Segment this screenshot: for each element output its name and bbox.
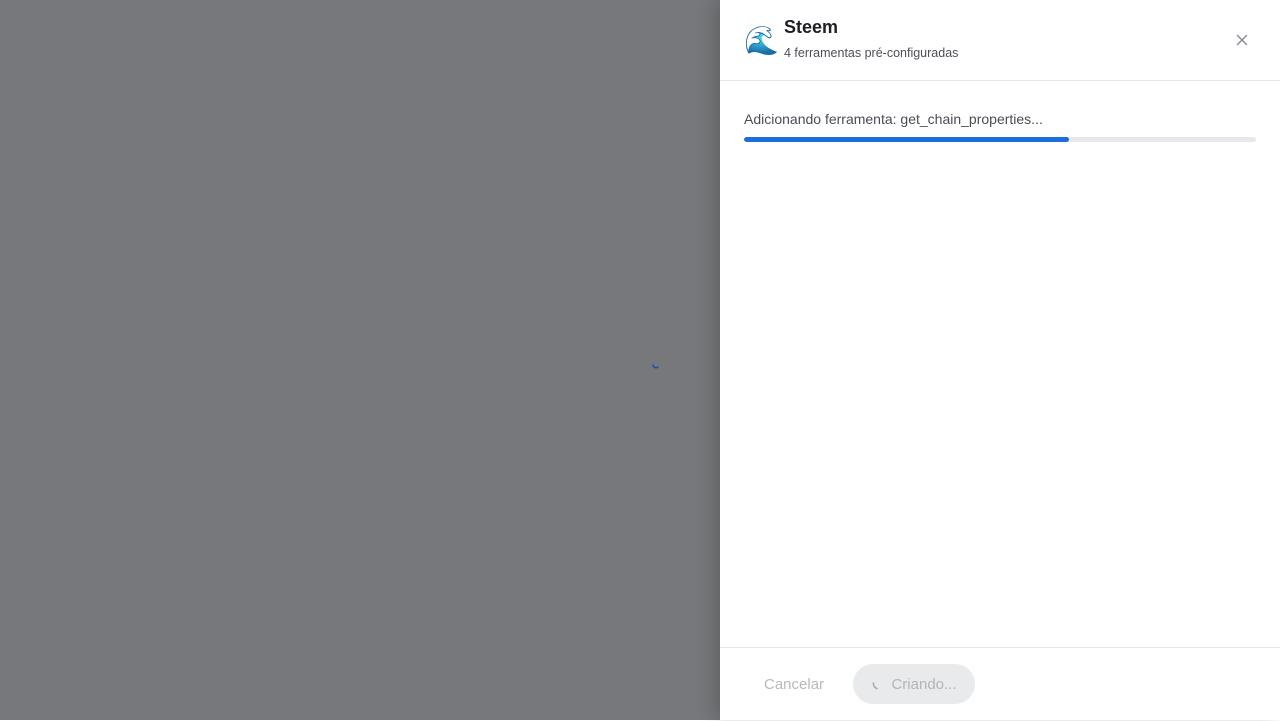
close-button[interactable] [1230,28,1254,52]
modal-backdrop[interactable] [0,0,720,720]
create-button[interactable]: Criando... [853,664,975,704]
cancel-button[interactable]: Cancelar [746,665,842,705]
progress-bar-fill [744,137,1070,142]
wave-icon: 🌊 [744,25,779,56]
loading-spinner-icon [652,364,659,369]
drawer-footer: Cancelar Criando... [720,647,1280,721]
create-button-label: Criando... [891,675,957,693]
progress-bar [744,137,1256,142]
tool-install-drawer: 🌊 Steem 4 ferramentas pré-configuradas A… [720,0,1280,720]
close-icon [1236,34,1248,46]
progress-status-text: Adicionando ferramenta: get_chain_proper… [744,111,1043,127]
tool-subtitle: 4 ferramentas pré-configuradas [784,46,959,60]
drawer-header: 🌊 Steem 4 ferramentas pré-configuradas [720,0,1280,81]
tool-title: Steem [784,17,839,37]
loading-spinner-icon [873,682,879,690]
